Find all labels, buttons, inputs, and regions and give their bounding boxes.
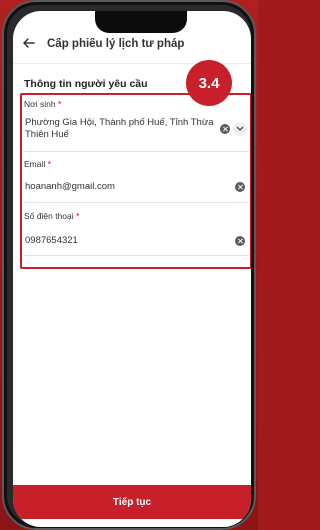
phone-screen: Cấp phiếu lý lịch tư pháp Thông tin ngườ…	[13, 11, 251, 527]
home-indicator-area	[13, 519, 251, 527]
clear-icon[interactable]	[235, 236, 245, 246]
email-label: Email *	[24, 159, 51, 169]
required-marker: *	[57, 99, 62, 109]
phone-label-text: Số điện thoại	[24, 211, 74, 221]
continue-button[interactable]: Tiếp tục	[13, 485, 251, 519]
page-title: Cấp phiếu lý lịch tư pháp	[47, 38, 185, 50]
phone-notch	[95, 11, 187, 33]
back-arrow-icon[interactable]	[21, 35, 37, 51]
section-title: Thông tin người yêu cầu	[24, 78, 148, 90]
phone-frame: Cấp phiếu lý lịch tư pháp Thông tin ngườ…	[2, 0, 256, 530]
clear-icon[interactable]	[235, 182, 245, 192]
phone-value: 0987654321	[25, 235, 78, 246]
step-badge: 3.4	[186, 60, 232, 106]
birthplace-value-line1: Phường Gia Hội, Thành phố Huế, Tỉnh Thừa	[25, 117, 214, 128]
required-marker: *	[47, 159, 51, 169]
clear-icon[interactable]	[220, 124, 230, 134]
birthplace-value-line2: Thiên Huế	[25, 129, 69, 140]
app-bar: Cấp phiếu lý lịch tư pháp	[13, 29, 251, 59]
phone-label: Số điện thoại *	[24, 211, 79, 221]
birthplace-label-text: Nơi sinh	[24, 99, 56, 109]
chevron-down-icon[interactable]	[233, 122, 247, 136]
required-marker: *	[76, 211, 80, 221]
email-value: hoananh@gmail.com	[25, 181, 115, 192]
email-label-text: Email	[24, 159, 46, 169]
birthplace-label: Nơi sinh *	[24, 99, 61, 109]
